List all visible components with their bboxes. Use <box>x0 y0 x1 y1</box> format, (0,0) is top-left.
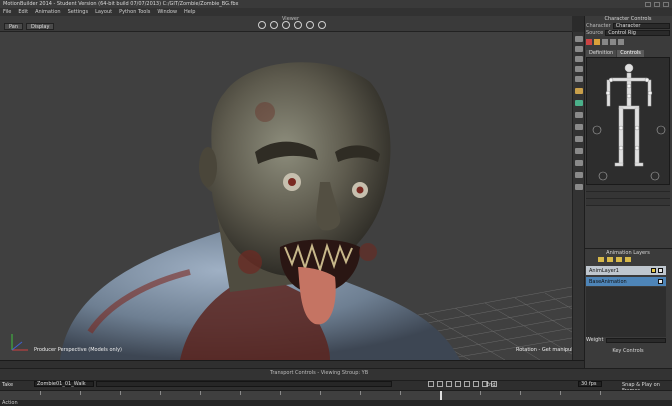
pan-button[interactable]: Pan <box>4 23 24 30</box>
tab-controls[interactable]: Controls <box>617 50 644 57</box>
select-icon[interactable] <box>294 21 302 29</box>
transport-title: Transport Controls - Viewing Stroup: YB <box>270 370 369 376</box>
viewport-scene <box>60 62 572 360</box>
fps-select[interactable]: 30 fps <box>578 381 602 387</box>
character-tabs: Definition Controls <box>586 50 670 57</box>
animation-layers-title: Animation Layers <box>606 250 650 256</box>
layer-folder-icon[interactable] <box>625 257 631 262</box>
menu-file[interactable]: File <box>3 9 11 15</box>
undo-icon[interactable] <box>306 21 314 29</box>
tab-definition[interactable]: Definition <box>586 50 617 57</box>
layer-lock-icon[interactable] <box>651 268 656 273</box>
menu-edit[interactable]: Edit <box>18 9 28 15</box>
tool-14-icon[interactable] <box>575 184 583 190</box>
tool-9-icon[interactable] <box>575 124 583 130</box>
source-row: Source Control Rig <box>586 30 670 36</box>
menu-python-tools[interactable]: Python Tools <box>119 9 150 15</box>
timeline[interactable] <box>0 390 672 401</box>
layer-toolbar <box>598 257 631 262</box>
end-label: End <box>486 382 496 388</box>
property-row[interactable] <box>586 192 670 199</box>
layer-base-animation[interactable]: BaseAnimation <box>586 277 666 286</box>
layer-name: AnimLayer1 <box>589 267 619 274</box>
skeleton-figure <box>592 63 666 181</box>
display-button[interactable]: Display <box>26 23 55 30</box>
menu-settings[interactable]: Settings <box>68 9 89 15</box>
tool-8-icon[interactable] <box>575 112 583 118</box>
viewer-tools <box>258 21 326 29</box>
skeleton-view[interactable] <box>586 57 670 185</box>
viewport-status-strip <box>0 360 584 368</box>
3d-viewport[interactable] <box>0 32 572 360</box>
next-key-icon[interactable] <box>473 381 479 387</box>
tool-1-icon[interactable] <box>575 36 583 42</box>
move-icon[interactable] <box>258 21 266 29</box>
property-row[interactable] <box>586 185 670 192</box>
maximize-icon[interactable] <box>654 1 660 7</box>
close-icon[interactable] <box>663 1 669 7</box>
play-icon[interactable] <box>455 381 461 387</box>
menu-window[interactable]: Window <box>157 9 177 15</box>
take-bar <box>96 381 392 387</box>
tool-11-icon[interactable] <box>575 148 583 154</box>
tool-2-icon[interactable] <box>575 46 583 52</box>
menu-help[interactable]: Help <box>184 9 195 15</box>
pin-icon[interactable] <box>602 39 608 45</box>
axis-gizmo-icon <box>11 334 28 351</box>
character-controls-title: Character Controls <box>604 16 652 22</box>
tool-7-icon[interactable] <box>575 100 583 106</box>
source-select[interactable]: Control Rig <box>605 30 670 36</box>
layer-mute-icon[interactable] <box>658 279 663 284</box>
take-select[interactable]: Zombie01_01_Walk <box>34 381 94 387</box>
take-label: Take <box>2 382 14 388</box>
layer-weight-label: Weight <box>586 337 604 343</box>
merge-layer-icon[interactable] <box>616 257 622 262</box>
character-row: Character Character <box>586 23 670 29</box>
step-back-icon[interactable] <box>446 381 452 387</box>
scale-icon[interactable] <box>282 21 290 29</box>
rotate-icon[interactable] <box>270 21 278 29</box>
redo-icon[interactable] <box>318 21 326 29</box>
prev-key-icon[interactable] <box>437 381 443 387</box>
menu-bar: File Edit Animation Settings Layout Pyth… <box>0 8 672 16</box>
go-start-icon[interactable] <box>428 381 434 387</box>
menu-animation[interactable]: Animation <box>35 9 61 15</box>
character-icon[interactable] <box>586 39 592 45</box>
source-label: Source <box>586 30 604 36</box>
tool-6-icon[interactable] <box>575 88 583 94</box>
window-title: MotionBuilder 2014 - Student Version (64… <box>3 1 239 7</box>
tool-3-icon[interactable] <box>575 56 583 62</box>
layer-name: BaseAnimation <box>589 278 627 285</box>
action-label: Action <box>2 400 18 406</box>
tool-13-icon[interactable] <box>575 172 583 178</box>
right-toolbar <box>572 32 584 360</box>
viewport-camera-label: Producer Perspective (Models only) <box>34 347 122 353</box>
add-layer-icon[interactable] <box>598 257 604 262</box>
ik-icon[interactable] <box>618 39 624 45</box>
layer-solo-icon[interactable] <box>658 268 663 273</box>
fk-icon[interactable] <box>610 39 616 45</box>
window-controls <box>645 1 669 7</box>
tool-5-icon[interactable] <box>575 76 583 82</box>
character-toolbar <box>586 39 670 45</box>
key-controls-title: Key Controls <box>612 348 644 354</box>
pose-icon[interactable] <box>594 39 600 45</box>
duplicate-layer-icon[interactable] <box>607 257 613 262</box>
tool-4-icon[interactable] <box>575 66 583 72</box>
tool-12-icon[interactable] <box>575 160 583 166</box>
title-bar: MotionBuilder 2014 - Student Version (64… <box>0 0 672 8</box>
minimize-icon[interactable] <box>645 1 651 7</box>
layer-list-empty <box>586 287 666 337</box>
tool-10-icon[interactable] <box>575 136 583 142</box>
step-forward-icon[interactable] <box>464 381 470 387</box>
character-label: Character <box>586 23 611 29</box>
character-select[interactable]: Character <box>612 23 670 29</box>
character-properties-list <box>586 185 670 206</box>
property-row[interactable] <box>586 199 670 206</box>
menu-layout[interactable]: Layout <box>95 9 112 15</box>
status-bar: Action <box>0 400 672 406</box>
layer-weight-slider[interactable] <box>606 338 666 343</box>
